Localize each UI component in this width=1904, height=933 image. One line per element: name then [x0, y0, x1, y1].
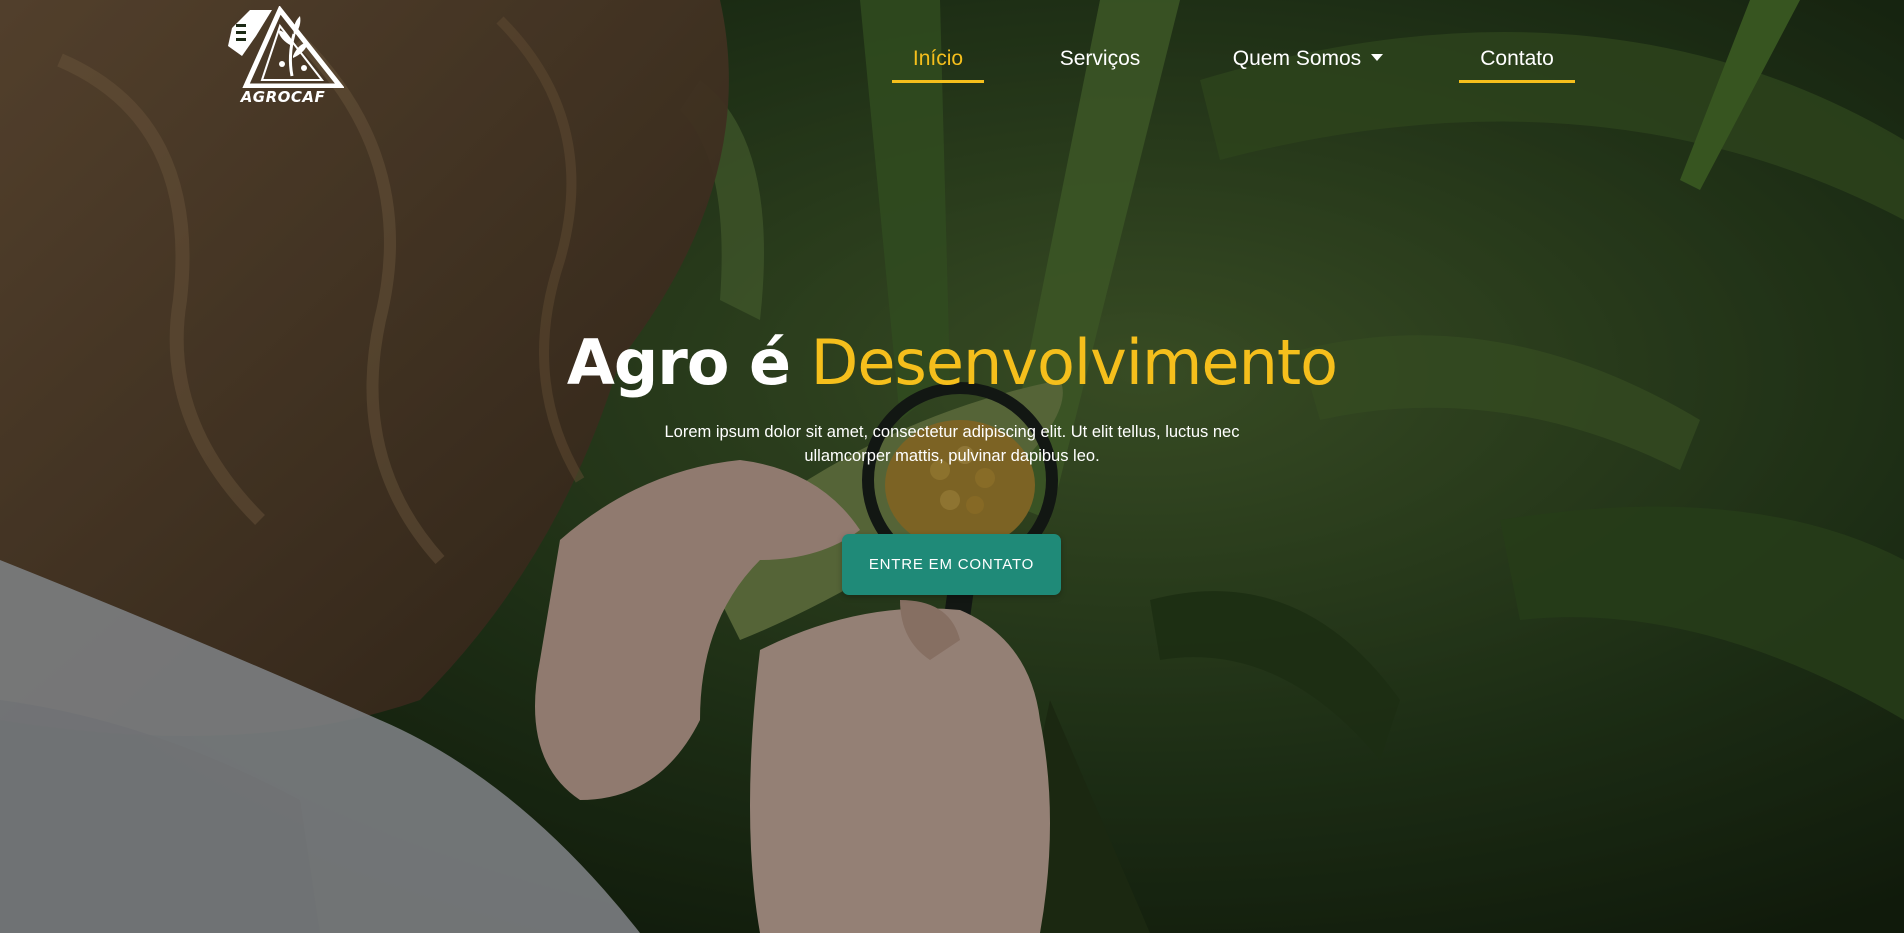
nav-item-servicos[interactable]: Serviços [1050, 38, 1150, 80]
headline-accent-text: Desenvolvimento [810, 326, 1338, 399]
nav-item-quem-somos[interactable]: Quem Somos [1228, 38, 1388, 80]
hero-subtitle: Lorem ipsum dolor sit amet, consectetur … [664, 423, 1240, 465]
nav-item-label: Quem Somos [1232, 47, 1362, 70]
nav-item-inicio[interactable]: Início [892, 38, 984, 83]
hero-section: AGROCAF Início Serviços Quem Somos Conta… [0, 0, 1904, 933]
nav-item-label: Início [912, 47, 964, 70]
nav-active-underline [892, 80, 984, 83]
caret-down-icon [1371, 53, 1384, 61]
logo-wordmark: AGROCAF [240, 88, 326, 106]
hero-headline: Agro é Desenvolvimento [0, 326, 1904, 399]
contact-cta-button[interactable]: ENTRE EM CONTATO [842, 534, 1061, 595]
nav-item-label: Contato [1480, 47, 1554, 70]
site-header: AGROCAF Início Serviços Quem Somos Conta… [0, 0, 1904, 110]
nav-item-contato[interactable]: Contato [1459, 38, 1575, 83]
main-nav: Início Serviços Quem Somos Contato [0, 38, 1904, 84]
headline-text: Agro é [566, 326, 811, 399]
nav-hover-underline [1459, 80, 1575, 83]
nav-item-label: Serviços [1059, 47, 1141, 70]
